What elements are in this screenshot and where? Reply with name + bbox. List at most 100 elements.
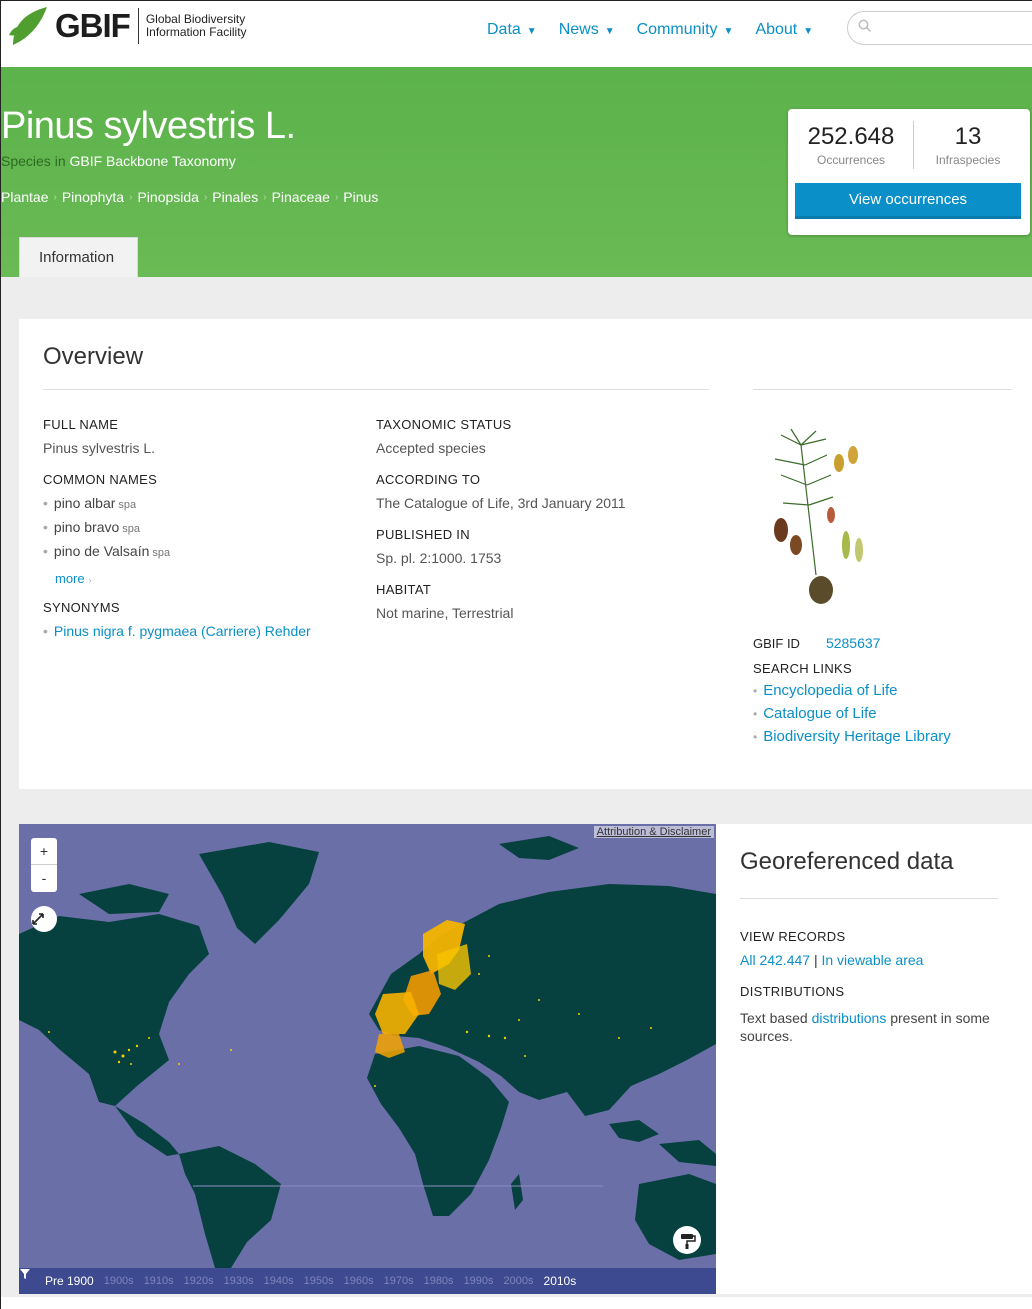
language-code: spa <box>118 499 137 511</box>
common-name: pino de Valsaín <box>53 543 150 559</box>
species-subtitle: Species in GBIF Backbone Taxonomy <box>1 153 236 169</box>
nav-news-label: News <box>558 21 599 38</box>
overview-panel: Overview FULL NAME Pinus sylvestris L. C… <box>19 319 1032 789</box>
gbif-logo[interactable]: GBIF Global Biodiversity Information Fac… <box>7 5 247 47</box>
zoom-out-button[interactable]: - <box>31 865 57 892</box>
occurrence-map[interactable]: Attribution & Disclaimer + - Pre 1900 19… <box>19 824 716 1294</box>
breadcrumb-class[interactable]: Pinopsida <box>137 189 199 207</box>
more-common-names-link[interactable]: more › <box>55 571 363 586</box>
overview-column-right: TAXONOMIC STATUS Accepted species ACCORD… <box>376 417 706 633</box>
species-in: in <box>54 153 66 169</box>
language-code: spa <box>122 523 141 535</box>
taxonomic-status-value: Accepted species <box>376 440 486 456</box>
map-style-button[interactable] <box>673 1226 701 1254</box>
brand-line-1: Global Biodiversity <box>145 12 246 26</box>
species-illustration[interactable] <box>761 425 871 615</box>
infraspecies-stat[interactable]: 13 Infraspecies <box>918 123 1018 167</box>
identifiers: GBIF ID 5285637 SEARCH LINKS • Encyclopedi… <box>753 635 951 745</box>
habitat-label: HABITAT <box>376 582 432 597</box>
timeline-1960s[interactable]: 1960s <box>344 1275 374 1287</box>
overview-column-left: FULL NAME Pinus sylvestris L. COMMON NAM… <box>43 417 363 639</box>
occurrences-count: 252.648 <box>807 123 895 150</box>
full-name-value: Pinus sylvestris L. <box>43 440 156 456</box>
brand-subtitle: Global Biodiversity Information Facility <box>146 13 247 39</box>
viewable-area-link[interactable]: In viewable area <box>821 952 923 968</box>
distributions-link[interactable]: distributions <box>812 1010 887 1026</box>
timeline-1920s[interactable]: 1920s <box>184 1275 214 1287</box>
common-names-label: COMMON NAMES <box>43 472 158 487</box>
published-in-label: PUBLISHED IN <box>376 527 470 542</box>
timeline-1980s[interactable]: 1980s <box>424 1275 454 1287</box>
published-in-value: Sp. pl. 2:1000. 1753 <box>376 550 502 566</box>
nav-community-label: Community <box>636 21 718 38</box>
logo-divider <box>137 8 139 44</box>
timeline-pre-1900[interactable]: Pre 1900 <box>45 1274 94 1288</box>
search-icon <box>858 19 872 33</box>
expand-icon <box>32 913 44 925</box>
nav-data[interactable]: Data ▼ <box>487 21 537 39</box>
timeline-1940s[interactable]: 1940s <box>264 1275 294 1287</box>
chevron-right-icon: › <box>88 575 92 585</box>
synonym-link[interactable]: Pinus nigra f. pygmaea (Carriere) Rehder <box>54 623 311 639</box>
timeline-1950s[interactable]: 1950s <box>304 1275 334 1287</box>
brand-name: GBIF <box>55 7 131 44</box>
nav-community[interactable]: Community ▼ <box>637 21 734 39</box>
breadcrumb-phylum[interactable]: Pinophyta <box>62 189 124 207</box>
tab-information[interactable]: Information <box>19 237 138 277</box>
full-name-label: FULL NAME <box>43 417 119 432</box>
timeline-1930s[interactable]: 1930s <box>224 1275 254 1287</box>
bhl-link[interactable]: Biodiversity Heritage Library <box>763 728 951 745</box>
published-in-block: PUBLISHED IN Sp. pl. 2:1000. 1753 <box>376 527 706 566</box>
view-occurrences-button[interactable]: View occurrences <box>795 183 1021 219</box>
timeline-1990s[interactable]: 1990s <box>464 1275 494 1287</box>
overview-divider <box>43 389 709 390</box>
timeline-1900s[interactable]: 1900s <box>104 1275 134 1287</box>
stats-divider <box>913 121 914 169</box>
nav-news[interactable]: News ▼ <box>559 21 615 39</box>
breadcrumb: Plantae › Pinophyta › Pinopsida › Pinales › … <box>1 189 378 207</box>
gbif-id-row: GBIF ID 5285637 <box>753 635 951 651</box>
infraspecies-count: 13 <box>954 123 982 150</box>
according-to-value: The Catalogue of Life, 3rd January 2011 <box>376 495 626 511</box>
chevron-right-icon: › <box>334 192 339 203</box>
nav-about[interactable]: About ▼ <box>755 21 813 39</box>
bullet-icon: • <box>753 707 758 721</box>
nav-about-label: About <box>755 21 798 38</box>
bullet-icon: • <box>43 543 48 559</box>
chevron-down-icon: ▼ <box>803 26 814 37</box>
gbif-id-link[interactable]: 5285637 <box>826 635 881 651</box>
georeferenced-panel: Georeferenced data VIEW RECORDS All 242.… <box>740 848 1010 1045</box>
attribution-link[interactable]: Attribution & Disclaimer <box>593 826 714 838</box>
timeline-2000s[interactable]: 2000s <box>504 1275 534 1287</box>
timeline-1910s[interactable]: 1910s <box>144 1275 174 1287</box>
timeline-2010s[interactable]: 2010s <box>544 1274 577 1288</box>
breadcrumb-genus[interactable]: Pinus <box>343 189 378 207</box>
timeline-1970s[interactable]: 1970s <box>384 1275 414 1287</box>
col-link[interactable]: Catalogue of Life <box>763 705 876 722</box>
gbif-id-label: GBIF ID <box>753 636 800 651</box>
checklist-link[interactable]: GBIF Backbone Taxonomy <box>70 153 236 169</box>
eol-link[interactable]: Encyclopedia of Life <box>763 682 897 699</box>
according-to-block: ACCORDING TO The Catalogue of Life, 3rd … <box>376 472 706 511</box>
common-names-block: COMMON NAMES • pino albar spa • pino bravo s… <box>43 472 363 586</box>
page: GBIF Global Biodiversity Information Fac… <box>0 0 1032 1309</box>
taxonomic-status-label: TAXONOMIC STATUS <box>376 417 512 432</box>
synonyms-label: SYNONYMS <box>43 600 120 615</box>
list-item: • Encyclopedia of Life <box>753 682 951 699</box>
top-navigation: GBIF Global Biodiversity Information Fac… <box>1 1 1032 67</box>
search-input[interactable] <box>847 11 1032 45</box>
occurrences-label: Occurrences <box>816 153 886 167</box>
breadcrumb-kingdom[interactable]: Plantae <box>1 189 48 207</box>
zoom-control: + - <box>31 838 57 892</box>
zoom-in-button[interactable]: + <box>31 838 57 865</box>
bullet-icon: • <box>43 519 48 535</box>
breadcrumb-family[interactable]: Pinaceae <box>272 189 330 207</box>
fullscreen-button[interactable] <box>31 906 57 932</box>
all-records-link[interactable]: All 242.447 <box>740 952 810 968</box>
breadcrumb-order[interactable]: Pinales <box>212 189 258 207</box>
view-records-label: VIEW RECORDS <box>740 929 846 944</box>
species-rank: Species <box>1 153 51 169</box>
language-code: spa <box>152 547 171 559</box>
occurrences-stat[interactable]: 252.648 Occurrences <box>796 123 906 167</box>
filter-button[interactable] <box>19 1268 45 1294</box>
